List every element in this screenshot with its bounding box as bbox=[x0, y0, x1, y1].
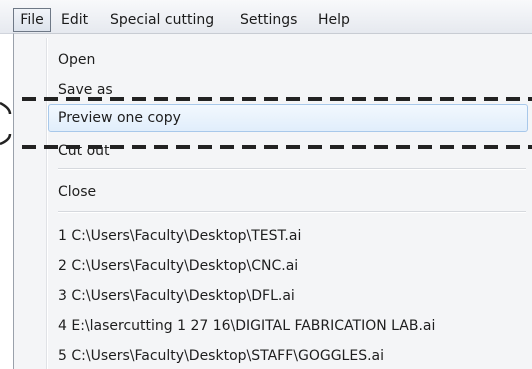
recent-file-item[interactable]: 1 C:\Users\Faculty\Desktop\TEST.ai bbox=[58, 225, 301, 247]
menu-item-cut-out[interactable]: Cut out bbox=[58, 140, 110, 162]
recent-file-item[interactable]: 5 C:\Users\Faculty\Desktop\STAFF\GOGGLES… bbox=[58, 345, 384, 367]
recent-file-item[interactable]: 4 E:\lasercutting 1 27 16\DIGITAL FABRIC… bbox=[58, 315, 435, 337]
menu-item-open[interactable]: Open bbox=[58, 49, 95, 71]
menu-file[interactable]: File bbox=[13, 8, 51, 32]
menu-separator bbox=[58, 168, 526, 170]
recent-file-item[interactable]: 2 C:\Users\Faculty\Desktop\CNC.ai bbox=[58, 255, 298, 277]
menu-item-preview-one-copy[interactable]: Preview one copy bbox=[58, 107, 181, 129]
menu-bar: File Edit Special cutting Settings Help bbox=[0, 0, 532, 34]
menu-icon-gutter bbox=[46, 38, 48, 369]
menu-edit[interactable]: Edit bbox=[61, 9, 88, 31]
menu-special-cutting[interactable]: Special cutting bbox=[110, 9, 214, 31]
menu-item-save-as[interactable]: Save as bbox=[58, 79, 113, 101]
menu-help[interactable]: Help bbox=[318, 9, 350, 31]
annotation-left-curve-bottom bbox=[0, 133, 12, 146]
menu-settings[interactable]: Settings bbox=[240, 9, 297, 31]
recent-file-item[interactable]: 3 C:\Users\Faculty\Desktop\DFL.ai bbox=[58, 285, 295, 307]
file-dropdown-menu: Open Save as Preview one copy Cut out Cl… bbox=[13, 33, 532, 369]
menu-separator bbox=[58, 211, 526, 213]
annotation-left-curve-top bbox=[0, 101, 12, 115]
app-window: File Edit Special cutting Settings Help … bbox=[0, 0, 532, 369]
menu-item-close[interactable]: Close bbox=[58, 181, 96, 203]
